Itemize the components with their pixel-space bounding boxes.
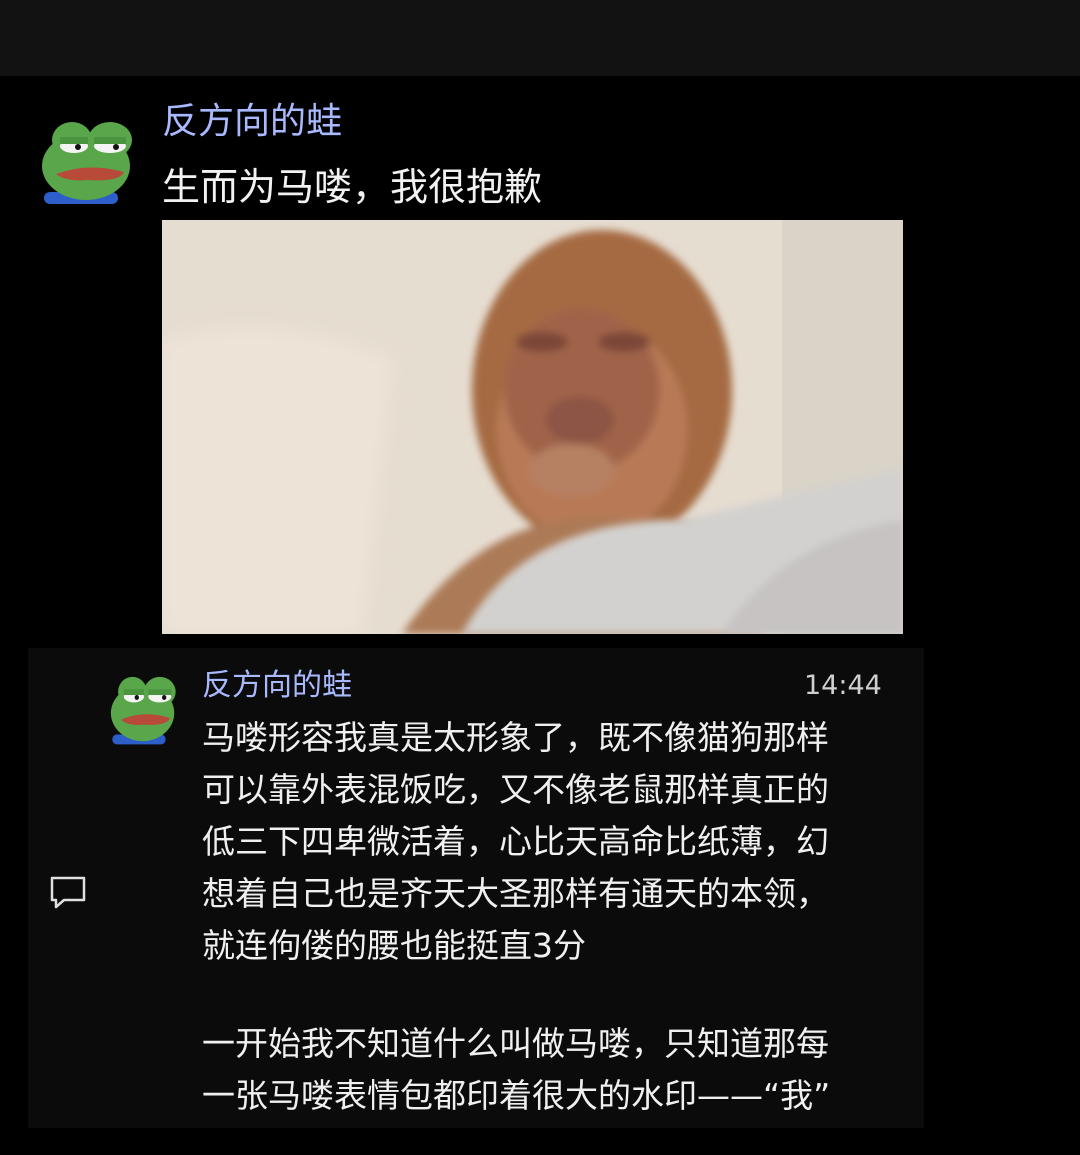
comment-text-line: 可以靠外表混饭吃，又不像老鼠那样真正的 [202,770,829,809]
post-author-name[interactable]: 反方向的蛙 [162,98,342,146]
sleeping-monkey-photo-icon [162,220,903,634]
top-bar [0,0,1080,76]
comment-author-name[interactable]: 反方向的蛙 [202,666,352,706]
post-text: 生而为马喽，我很抱歉 [162,165,543,209]
comment-text-line: 就连佝偻的腰也能挺直3分 [202,926,586,965]
comment-text-line: 一开始我不知道什么叫做马喽，只知道那每 [202,1024,829,1063]
comment-text-line: 低三下四卑微活着，心比天高命比纸薄，幻 [202,822,829,861]
comment-avatar[interactable] [108,672,180,746]
comment-bubble-icon[interactable] [48,874,88,912]
pepe-frog-avatar-icon [42,122,132,204]
comment-text-line: 马喽形容我真是太形象了，既不像猫狗那样 [202,718,829,757]
pepe-frog-avatar-icon [110,676,176,745]
comment-timestamp: 14:44 [804,670,882,701]
post-avatar[interactable] [38,116,138,206]
post-image[interactable] [162,220,903,634]
comment-text-line: 一张马喽表情包都印着很大的水印——“我” [202,1076,831,1115]
comment-text-line: 想着自己也是齐天大圣那样有通天的本领， [202,874,829,913]
comment-card: 反方向的蛙 14:44 马喽形容我真是太形象了，既不像猫狗那样 可以靠外表混饭吃… [28,648,924,1128]
